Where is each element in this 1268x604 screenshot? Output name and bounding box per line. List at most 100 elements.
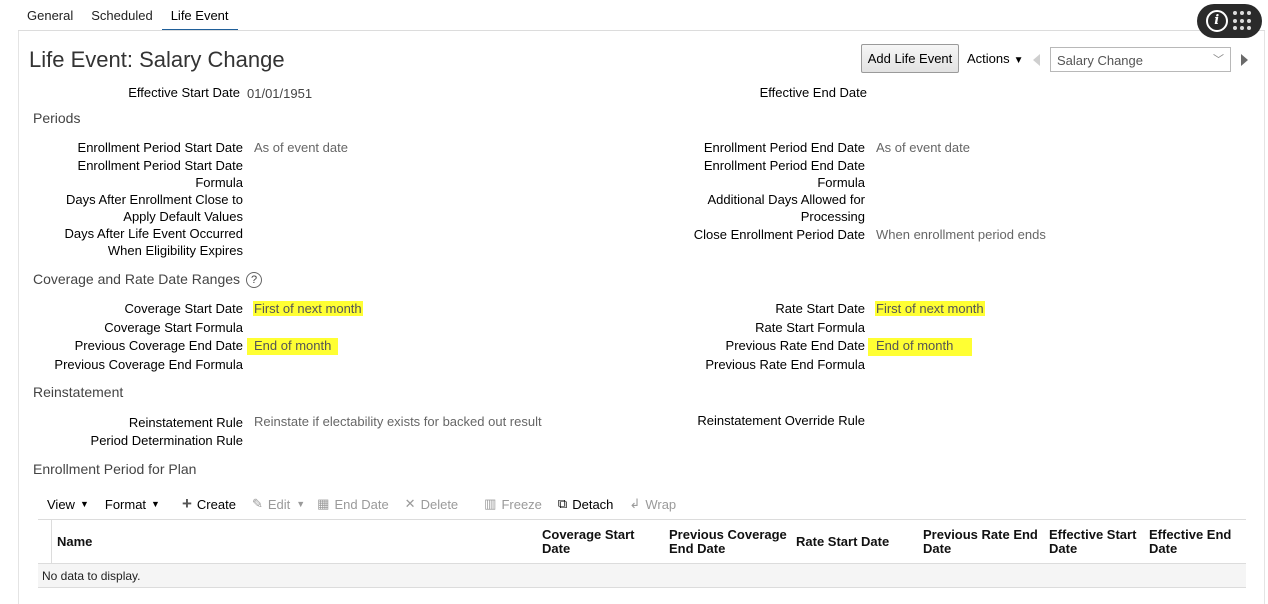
end-date-button[interactable]: ▦ End Date [317, 496, 389, 512]
apps-grid-icon[interactable] [1233, 11, 1253, 31]
prev-rate-end-label: Previous Rate End Date [725, 338, 865, 353]
create-button[interactable]: + Create [182, 494, 236, 514]
reinstatement-rule-label: Reinstatement Rule [128, 415, 243, 430]
enroll-start-formula-label-1: Enrollment Period Start Date [77, 158, 243, 173]
view-menu[interactable]: View ▼ [47, 497, 89, 512]
rate-start-formula-label: Rate Start Formula [755, 320, 865, 335]
delete-button[interactable]: ✕ Delete [405, 496, 458, 512]
enroll-end-label: Enrollment Period End Date [703, 140, 865, 155]
detach-label: Detach [572, 496, 614, 512]
prev-rate-end-value: End of month [868, 337, 973, 356]
actions-label: Actions [967, 51, 1010, 66]
edit-caret-icon[interactable]: ▼ [296, 499, 305, 509]
calendar-end-icon: ▦ [317, 496, 330, 511]
actions-menu[interactable]: Actions ▼ [967, 51, 1024, 66]
delete-label: Delete [420, 496, 459, 512]
section-coverage: Coverage and Rate Date Ranges? [33, 271, 263, 288]
tab-scheduled[interactable]: Scheduled [82, 0, 161, 31]
period-determination-label: Period Determination Rule [90, 433, 243, 448]
column-prev-rate-end[interactable]: Previous Rate End Date [923, 528, 1038, 556]
column-rate-start[interactable]: Rate Start Date [796, 535, 889, 549]
close-enroll-value: When enrollment period ends [876, 227, 1046, 242]
detach-button[interactable]: ⧉ Detach [558, 496, 614, 512]
section-reinstatement: Reinstatement [33, 384, 124, 400]
effective-start-label: Effective Start Date [128, 85, 240, 100]
section-coverage-title: Coverage and Rate Date Ranges [33, 271, 241, 287]
row-selector-column [38, 520, 52, 563]
coverage-start-value: First of next month [253, 300, 363, 317]
format-menu[interactable]: Format ▼ [105, 497, 160, 512]
reinstatement-rule-value: Reinstate if electability exists for bac… [254, 414, 542, 429]
column-prev-rate-line1: Previous Rate End [923, 527, 1038, 542]
column-coverage-start-line2: Date [542, 541, 571, 556]
view-label: View [47, 496, 75, 512]
column-coverage-start[interactable]: Coverage Start Date [542, 528, 634, 556]
enroll-start-value: As of event date [254, 140, 348, 155]
page-title: Life Event: Salary Change [29, 47, 285, 72]
empty-message: No data to display. [42, 569, 141, 583]
prev-rate-end-text: End of month [868, 338, 973, 356]
freeze-button[interactable]: ▥ Freeze [484, 496, 542, 512]
previous-record-icon[interactable] [1033, 54, 1040, 66]
enroll-end-formula-label-2: Formula [817, 175, 865, 190]
column-prev-coverage-end[interactable]: Previous Coverage End Date [669, 528, 787, 556]
wrap-icon: ↲ [629, 496, 641, 511]
rate-start-text: First of next month [875, 301, 985, 316]
additional-days-label-2: Processing [800, 209, 865, 224]
coverage-start-formula-label: Coverage Start Formula [104, 320, 243, 335]
format-label: Format [104, 496, 147, 512]
section-periods: Periods [33, 110, 81, 126]
column-prev-rate-line2: Date [923, 541, 952, 556]
enroll-start-formula-label-2: Formula [195, 175, 243, 190]
table-header: Name Coverage Start Date Previous Covera… [38, 519, 1246, 564]
column-eff-end-line2: Date [1149, 541, 1178, 556]
life-event-selector[interactable]: Salary Change ﹀ [1050, 47, 1231, 72]
caret-down-icon: ▼ [79, 499, 89, 509]
section-enrollment-plan: Enrollment Period for Plan [33, 461, 197, 477]
caret-down-icon: ▼ [151, 499, 160, 509]
info-icon[interactable]: i [1205, 10, 1228, 32]
column-name[interactable]: Name [57, 535, 92, 549]
edit-label: Edit [267, 496, 291, 512]
reinstatement-override-label: Reinstatement Override Rule [697, 413, 865, 428]
column-effective-end[interactable]: Effective End Date [1149, 528, 1231, 556]
freeze-icon: ▥ [484, 496, 497, 511]
column-effective-start[interactable]: Effective Start Date [1049, 528, 1136, 556]
help-icon[interactable]: ? [246, 272, 263, 288]
additional-days-label-1: Additional Days Allowed for [707, 192, 865, 207]
end-date-label: End Date [334, 496, 389, 512]
panel-border-left [18, 31, 19, 604]
info-toolbar: i [1197, 4, 1262, 38]
tab-divider [18, 30, 1265, 31]
days-after-close-label-2: Apply Default Values [123, 209, 243, 224]
prev-coverage-end-value: End of month [247, 337, 339, 355]
days-after-event-label-2: When Eligibility Expires [107, 243, 243, 258]
pencil-icon: ✎ [251, 496, 263, 511]
tab-general[interactable]: General [18, 0, 82, 31]
effective-start-value: 01/01/1951 [247, 86, 313, 101]
effective-end-label: Effective End Date [759, 85, 867, 100]
table-toolbar: View ▼ Format ▼ + Create ✎ Edit ▼ ▦ End Date … [47, 494, 692, 514]
edit-button[interactable]: ✎ Edit [252, 496, 290, 512]
panel-border-right [1264, 31, 1265, 604]
column-eff-start-line1: Effective Start [1049, 527, 1137, 542]
delete-x-icon: ✕ [404, 496, 416, 511]
column-eff-end-line1: Effective End [1149, 527, 1232, 542]
plus-icon: + [181, 494, 192, 513]
enroll-end-formula-label-1: Enrollment Period End Date [703, 158, 865, 173]
wrap-button[interactable]: ↲ Wrap [629, 496, 676, 512]
rate-start-value: First of next month [875, 300, 985, 317]
next-record-icon[interactable] [1241, 54, 1248, 66]
create-label: Create [196, 496, 236, 512]
add-life-event-button[interactable]: Add Life Event [861, 44, 959, 73]
tab-life-event[interactable]: Life Event [161, 0, 238, 31]
days-after-event-label-1: Days After Life Event Occurred [64, 226, 243, 241]
rate-start-label: Rate Start Date [775, 301, 865, 316]
enroll-end-value: As of event date [876, 140, 970, 155]
freeze-label: Freeze [501, 496, 542, 512]
chevron-down-icon: ﹀ [1213, 54, 1224, 66]
selector-value: Salary Change [1057, 53, 1143, 68]
prev-coverage-end-label: Previous Coverage End Date [74, 338, 243, 353]
column-coverage-start-line1: Coverage Start [542, 527, 635, 542]
days-after-close-label-1: Days After Enrollment Close to [65, 192, 243, 207]
